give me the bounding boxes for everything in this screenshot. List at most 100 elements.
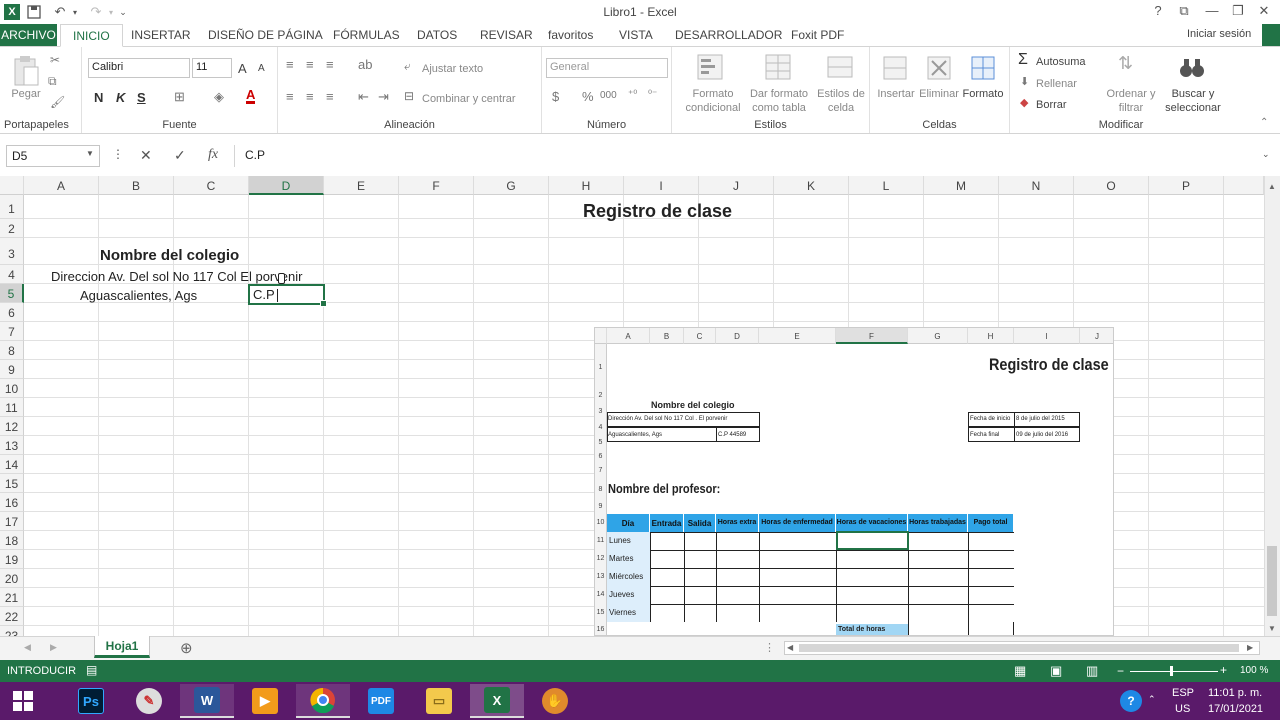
row-header-13[interactable]: 13 [0,436,24,455]
fill-icon[interactable]: ⬇ [1020,75,1029,88]
merge-center-button[interactable]: Combinar y centrar [422,92,516,106]
sort-filter-label-2[interactable]: filtrar [1104,101,1158,115]
row-header-5[interactable]: 5 [0,284,24,303]
bold-button[interactable]: N [94,90,103,105]
redo-icon[interactable]: ↷ [86,2,106,22]
zoom-slider-track[interactable] [1130,671,1218,672]
insert-function-button[interactable]: fx [208,147,218,163]
clear-button[interactable]: Borrar [1036,98,1067,112]
taskbar-app-paint[interactable]: ✎ [122,684,176,718]
autosum-icon[interactable]: Σ [1018,51,1028,69]
format-cells-button[interactable]: Formato [960,87,1006,101]
row-header-14[interactable]: 14 [0,455,24,474]
help-tray-icon[interactable]: ? [1120,690,1142,712]
column-header-b[interactable]: B [99,176,174,195]
normal-view-icon[interactable]: ▦ [1014,663,1026,679]
column-header-o[interactable]: O [1074,176,1149,195]
column-header-a[interactable]: A [24,176,99,195]
conditional-format-label-2[interactable]: condicional [680,101,746,115]
taskbar-foxit[interactable]: PDF [354,684,408,718]
copy-icon[interactable]: ⧉ [48,74,57,89]
find-select-label-1[interactable]: Buscar y [1160,87,1226,101]
decrease-indent-icon[interactable]: ⇤ [358,89,369,105]
find-select-icon[interactable] [1178,55,1206,81]
row-header-22[interactable]: 22 [0,607,24,626]
find-select-label-2[interactable]: seleccionar [1160,101,1226,115]
increase-indent-icon[interactable]: ⇥ [378,89,389,105]
format-as-table-label-2[interactable]: como tabla [746,101,812,115]
insert-cells-icon[interactable] [880,53,910,83]
cell-styles-label-2[interactable]: celda [814,101,868,115]
cell-h1-title[interactable]: Registro de clase [583,201,732,222]
insert-cells-button[interactable]: Insertar [872,87,920,101]
tab-desarrollador[interactable]: DESARROLLADOR [675,28,782,42]
cell-a5-city[interactable]: Aguascalientes, Ags [80,288,197,303]
row-header-7[interactable]: 7 [0,322,24,341]
tab-revisar[interactable]: REVISAR [480,28,533,42]
taskbar-word[interactable]: W [180,684,234,718]
next-sheet-icon[interactable]: ▶ [50,642,57,653]
delete-cells-icon[interactable] [924,53,954,83]
taskbar-excel[interactable]: X [470,684,524,718]
column-header-c[interactable]: C [174,176,249,195]
wrap-text-icon[interactable]: ⤶ [404,59,411,74]
align-left-icon[interactable]: ≡ [286,89,294,104]
column-header-j[interactable]: J [699,176,774,195]
start-button[interactable] [0,684,46,718]
percent-button[interactable]: % [582,89,594,104]
row-header-6[interactable]: 6 [0,303,24,322]
column-header-p[interactable]: P [1149,176,1224,195]
page-break-icon[interactable]: ▥ [1086,663,1098,679]
font-name-select[interactable]: Calibri [88,58,190,78]
row-header-2[interactable]: 2 [0,219,24,238]
customize-qat-icon[interactable]: ⌄ [116,2,130,22]
align-top-icon[interactable]: ≡ [286,57,294,72]
column-header-e[interactable]: E [324,176,399,195]
borders-icon[interactable]: ⊞ [174,89,185,105]
font-color-button[interactable]: A [246,88,256,104]
orientation-icon[interactable]: ab [358,57,372,72]
underline-button[interactable]: S [137,90,146,105]
cell-styles-label-1[interactable]: Estilos de [814,87,868,101]
row-header-23[interactable]: 23 [0,626,24,636]
number-format-select[interactable]: General [546,58,668,78]
sort-filter-label-1[interactable]: Ordenar y [1104,87,1158,101]
taskbar-app-glove[interactable]: ✋ [528,684,582,718]
conditional-format-icon[interactable] [696,53,726,83]
tray-expand-icon[interactable]: ⌃ [1148,694,1156,705]
confirm-entry-button[interactable]: ✓ [174,147,186,164]
clock-time[interactable]: 11:01 p. m. [1208,687,1262,699]
zoom-out-icon[interactable]: − [1117,664,1124,678]
format-painter-icon[interactable]: 🖌 [50,95,65,109]
formula-input[interactable]: C.P [234,145,1268,167]
cell-b3-school[interactable]: Nombre del colegio [100,247,239,264]
taskbar-chrome[interactable] [296,684,350,718]
paste-button[interactable]: Pegar [8,87,44,101]
align-right-icon[interactable]: ≡ [326,89,334,104]
select-all-corner[interactable] [0,176,24,195]
tab-favoritos[interactable]: favoritos [548,28,593,42]
tab-vista[interactable]: VISTA [619,28,653,42]
format-as-table-label-1[interactable]: Dar formato [746,87,812,101]
sign-in-link[interactable]: Iniciar sesión [1187,28,1251,40]
align-bottom-icon[interactable]: ≡ [326,57,334,72]
grow-font-icon[interactable]: A [238,61,247,76]
macro-record-icon[interactable]: ▤ [86,663,97,677]
column-header-m[interactable]: M [924,176,999,195]
autosum-button[interactable]: Autosuma [1036,55,1086,69]
close-icon[interactable]: ✕ [1252,3,1276,19]
format-cells-icon[interactable] [968,53,998,83]
vertical-scroll-thumb[interactable] [1267,546,1277,616]
sheet-tab-hoja1[interactable]: Hoja1 [94,636,150,658]
decrease-decimal-icon[interactable]: ⁰⁻ [648,89,657,100]
region-indicator[interactable]: US [1175,703,1190,715]
fill-button[interactable]: Rellenar [1036,77,1077,91]
column-header-f[interactable]: F [399,176,474,195]
row-header-16[interactable]: 16 [0,493,24,512]
row-header-9[interactable]: 9 [0,360,24,379]
delete-cells-button[interactable]: Eliminar [914,87,964,101]
expand-formula-bar-icon[interactable]: ⌄ [1262,149,1270,160]
horizontal-scroll-thumb[interactable] [799,644,1239,652]
help-icon[interactable]: ? [1146,3,1170,18]
sort-filter-icon[interactable]: ⇅ [1118,53,1133,74]
